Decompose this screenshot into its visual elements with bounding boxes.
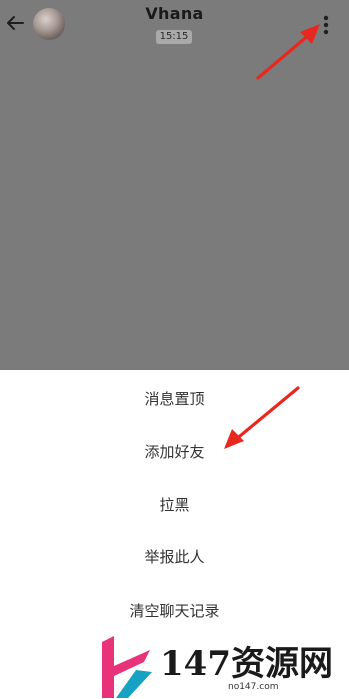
message-time-badge: 15:15	[156, 30, 192, 44]
watermark: 147资源网 no147.com	[94, 632, 349, 699]
watermark-text: 147资源网	[160, 644, 333, 684]
watermark-url: no147.com	[228, 682, 279, 692]
annotation-arrow-icon	[224, 386, 300, 449]
menu-item-block[interactable]: 拉黑	[0, 480, 349, 530]
annotation-arrow-icon	[256, 24, 320, 80]
menu-item-report[interactable]: 举报此人	[0, 532, 349, 582]
menu-item-clear-history[interactable]: 清空聊天记录	[0, 586, 349, 636]
logo-icon	[102, 636, 152, 698]
